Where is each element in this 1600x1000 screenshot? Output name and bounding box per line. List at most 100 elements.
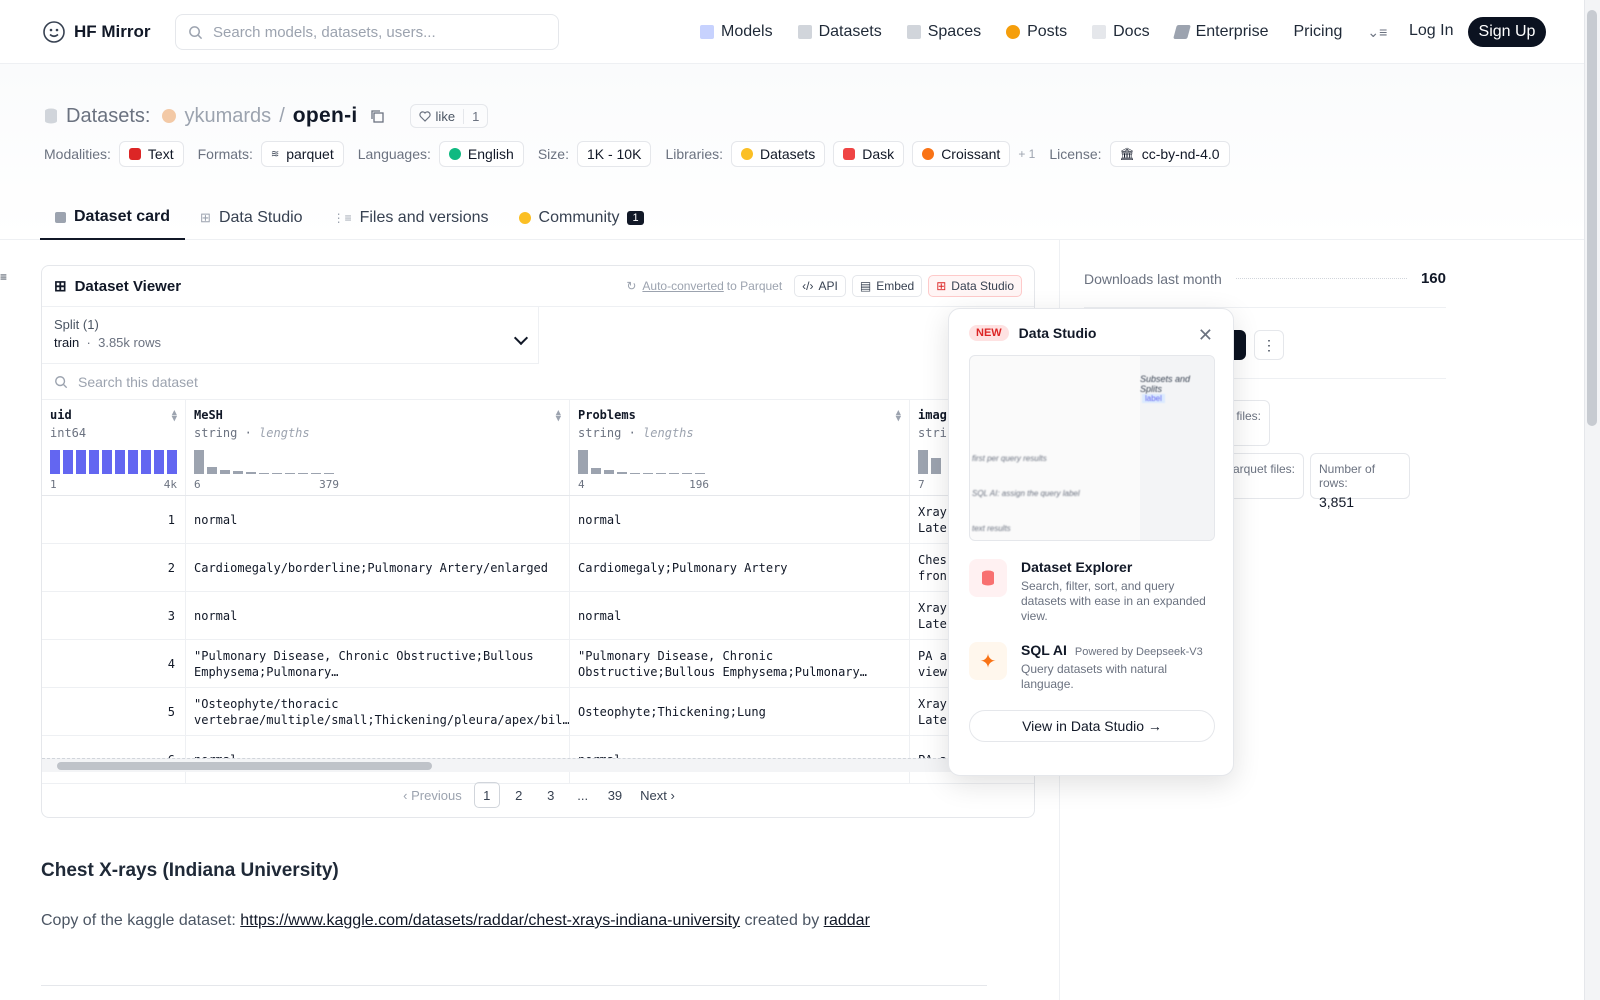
scroll-thumb[interactable] <box>1587 10 1597 426</box>
like-button[interactable]: like 1 <box>409 104 489 128</box>
table-row[interactable]: 5 "Osteophyte/thoracic vertebrae/multiple… <box>42 688 1034 736</box>
nav-menu: Models Datasets Spaces Posts Docs Enterp… <box>700 18 1412 46</box>
table-row[interactable]: 2 Cardiomegaly/borderline;Pulmonary Arter… <box>42 544 1034 592</box>
more-libraries[interactable]: + 1 <box>1018 147 1035 161</box>
sort-icon[interactable]: ▲ ▼ <box>896 409 901 424</box>
logo[interactable]: HF Mirror <box>42 20 151 44</box>
page-button[interactable]: 3 <box>538 782 564 808</box>
cell-text: normal <box>578 608 622 623</box>
cell-text: 1 <box>167 512 175 527</box>
page-button[interactable]: 2 <box>506 782 532 808</box>
cell-text: "Osteophyte/thoracic vertebrae/multiple/… <box>194 696 570 727</box>
prev-page-button[interactable]: ‹ Previous <box>397 782 468 808</box>
cell-text: 3 <box>167 608 175 623</box>
nav-models[interactable]: Models <box>700 23 773 41</box>
global-search-input[interactable]: Search models, datasets, users... <box>175 14 559 50</box>
nav-datasets[interactable]: Datasets <box>797 23 882 41</box>
tag-size[interactable]: 1K - 10K <box>576 141 652 167</box>
split-value: train · 3.85k rows <box>54 335 526 350</box>
signup-button[interactable]: Sign Up <box>1468 17 1546 47</box>
tag-english[interactable]: English <box>438 141 524 167</box>
feature-powered: Powered by Deepseek-V3 <box>1074 646 1203 658</box>
sort-icon[interactable]: ▲ ▼ <box>172 409 177 424</box>
preview-line: SQL AI: assign the query label <box>972 489 1080 498</box>
card-heading: Chest X-rays (Indiana University) <box>41 860 339 881</box>
dataset-viewer: ⊞ Dataset Viewer ↻ Auto-converted to Par… <box>41 265 1035 818</box>
dataset-search-input[interactable]: Search this dataset <box>42 364 1034 400</box>
tab-community[interactable]: Community 1 <box>504 196 659 240</box>
histogram <box>578 448 705 474</box>
tag-dask[interactable]: Dask <box>833 141 905 167</box>
table-cell: 2 <box>42 544 186 591</box>
kaggle-link[interactable]: https://www.kaggle.com/datasets/raddar/c… <box>240 912 740 929</box>
files-icon: ⋮≡ <box>332 211 352 225</box>
page-scrollbar[interactable] <box>1584 0 1600 1000</box>
preview-line: text results <box>972 524 1011 533</box>
login-link[interactable]: Log In <box>1409 22 1453 40</box>
tab-files[interactable]: ⋮≡ Files and versions <box>318 196 504 240</box>
api-label: API <box>818 279 838 293</box>
tag-text[interactable]: Text <box>118 141 184 167</box>
repo-kind: Datasets: <box>66 104 151 127</box>
cell-text: normal <box>578 512 622 527</box>
cell-text: Osteophyte;Thickening;Lung <box>578 704 766 719</box>
formats-label: Formats: <box>197 146 253 162</box>
nav-pricing[interactable]: Pricing <box>1293 23 1342 41</box>
side-more-button[interactable]: ⋮ <box>1254 330 1284 360</box>
page-button[interactable]: 1 <box>473 782 500 808</box>
repo-owner-link[interactable]: ykumards <box>184 105 271 128</box>
scroll-thumb[interactable] <box>57 762 432 770</box>
nav-docs[interactable]: Docs <box>1092 23 1150 41</box>
nav-enterprise[interactable]: Enterprise <box>1172 23 1268 41</box>
cell-text: Xray Late <box>918 504 947 535</box>
preview-title: Subsets and Splits <box>1140 374 1191 394</box>
table-row[interactable]: 1 normal normal Xray Late <box>42 496 1034 544</box>
popup-preview-image: Subsets and Splits label first per query… <box>969 355 1215 541</box>
histogram <box>194 448 334 474</box>
next-label: Next <box>640 787 667 803</box>
col-header-uid[interactable]: uid int64 ▲ ▼ 1 4k <box>42 400 186 495</box>
tag-license[interactable]: 🏛 cc-by-nd-4.0 <box>1109 141 1230 167</box>
rows-stat: Number of rows: 3,851 <box>1310 453 1410 510</box>
tab-data-studio[interactable]: ⊞ Data Studio <box>185 196 318 240</box>
cell-text: 4 <box>167 656 175 671</box>
auto-converted-link[interactable]: Auto-converted <box>642 279 723 293</box>
col-header-problems[interactable]: Problems string · lengths ▲ ▼ 4 196 <box>570 400 910 495</box>
table-cell: 5 <box>42 688 186 735</box>
feature-desc: Search, filter, sort, and query datasets… <box>1021 579 1206 623</box>
nav-spaces-label: Spaces <box>927 23 982 40</box>
more-menu-icon[interactable]: ⌄≡ <box>1367 24 1387 41</box>
sort-icon[interactable]: ▲ ▼ <box>556 409 561 424</box>
view-in-data-studio-button[interactable]: View in Data Studio → <box>969 710 1215 742</box>
sparkles-icon: ✦ <box>969 642 1007 680</box>
api-button[interactable]: ‹/› API <box>794 275 846 297</box>
tag-croissant[interactable]: Croissant <box>912 141 1011 167</box>
tab-dataset-card[interactable]: Dataset card <box>40 196 186 240</box>
tab-dataset-card-label: Dataset card <box>74 208 171 225</box>
horizontal-scrollbar[interactable] <box>42 758 1034 772</box>
grid-icon <box>906 25 921 39</box>
nav-posts[interactable]: Posts <box>1006 23 1067 41</box>
copy-icon[interactable] <box>370 109 384 123</box>
table-row[interactable]: 4 "Pulmonary Disease, Chronic Obstructive… <box>42 640 1034 688</box>
embed-button[interactable]: ▤ Embed <box>851 275 923 297</box>
next-page-button[interactable]: Next › <box>634 782 681 808</box>
tag-datasets-lib[interactable]: Datasets <box>731 141 826 167</box>
cell-text: Ches fron <box>918 552 947 583</box>
page-button[interactable]: 39 <box>602 782 628 808</box>
table-body: 1 normal normal Xray Late 2 Cardiomegaly/bord… <box>42 496 1034 784</box>
data-studio-button[interactable]: ⊞ Data Studio <box>928 275 1022 297</box>
col-header-mesh[interactable]: MeSH string · lengths ▲ ▼ 6 379 <box>186 400 570 495</box>
split-selector[interactable]: Split (1) train · 3.85k rows <box>42 307 539 364</box>
repo-name[interactable]: open-i <box>293 104 358 128</box>
parquet-icon: ≋ <box>270 148 280 160</box>
user-avatar <box>162 109 177 123</box>
tag-parquet[interactable]: ≋ parquet <box>260 141 344 167</box>
toc-toggle-icon[interactable]: ≡ <box>0 270 7 284</box>
close-icon[interactable]: ✕ <box>1198 325 1213 346</box>
nav-spaces[interactable]: Spaces <box>906 23 982 41</box>
table-row[interactable]: 3 normal normal Xray Late <box>42 592 1034 640</box>
cell-text: Xray Late <box>918 600 947 631</box>
author-link[interactable]: raddar <box>824 912 870 929</box>
cell-text: Cardiomegaly/borderline;Pulmonary Artery… <box>194 560 549 575</box>
